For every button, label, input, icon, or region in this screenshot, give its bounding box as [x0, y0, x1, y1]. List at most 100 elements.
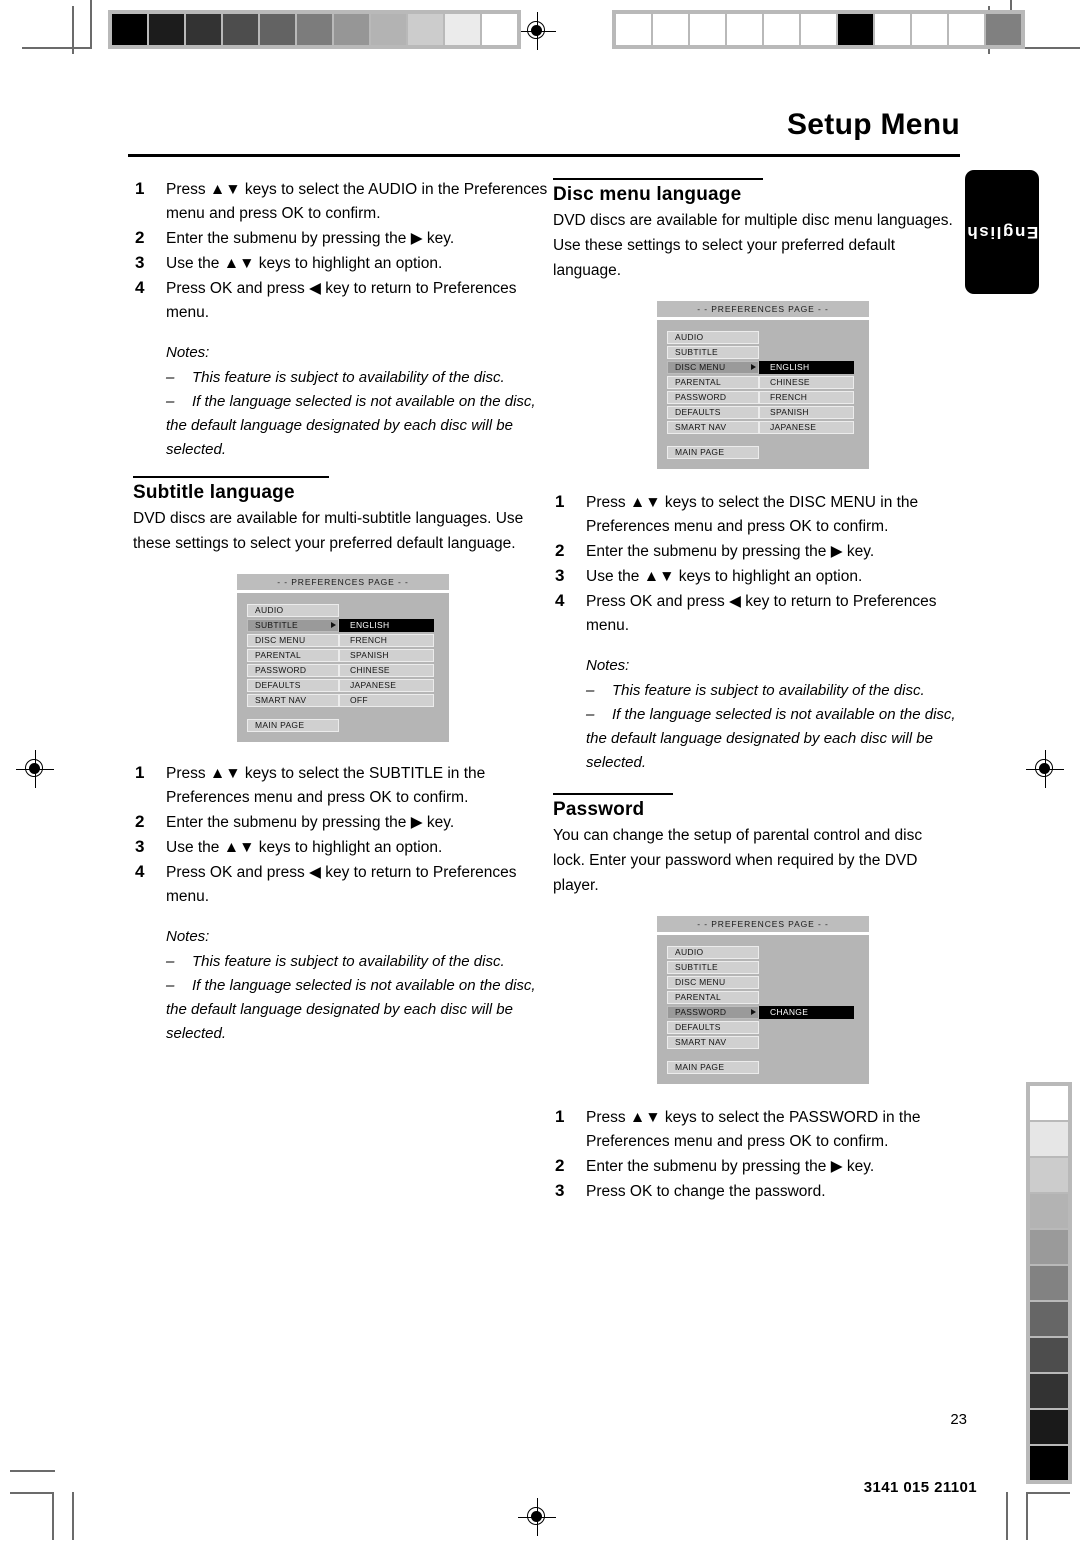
- osd-option-item[interactable]: ENGLISH: [339, 619, 434, 632]
- disc-menu-notes-title: Notes:: [586, 657, 630, 674]
- note-item: – If the language selected is not availab…: [166, 390, 553, 462]
- step-text: Press OK and press ◀ key to return to Pr…: [166, 864, 517, 905]
- osd-option-column: CHANGE: [751, 946, 854, 1051]
- osd-menu-item[interactable]: PARENTAL: [667, 991, 759, 1004]
- osd-main-page-button[interactable]: MAIN PAGE: [667, 446, 759, 459]
- right-column: Disc menu language DVD discs are availab…: [553, 178, 973, 1205]
- osd-menu-item[interactable]: DEFAULTS: [667, 1021, 759, 1034]
- step-number: 1: [555, 492, 565, 511]
- disc-menu-language-heading: Disc menu language: [553, 178, 763, 206]
- osd-menu-item[interactable]: AUDIO: [247, 604, 339, 617]
- calibration-swatch-7: [371, 14, 406, 45]
- calibration-swatch-2: [690, 14, 725, 45]
- calibration-swatch-9: [445, 14, 480, 45]
- subtitle-heading-text: Subtitle language: [133, 482, 295, 503]
- step-number: 4: [135, 278, 145, 297]
- osd-menu-item[interactable]: SUBTITLE: [667, 346, 759, 359]
- osd-menu-item[interactable]: PASSWORD: [247, 664, 339, 677]
- osd-menu-item[interactable]: AUDIO: [667, 331, 759, 344]
- note-item: – This feature is subject to availability…: [166, 950, 553, 974]
- osd-menu-item[interactable]: SMART NAV: [667, 421, 759, 434]
- note-item: – If the language selected is not availab…: [166, 974, 553, 1046]
- osd-option-spacer: [759, 331, 854, 344]
- calibration-swatch-0: [1030, 1086, 1068, 1120]
- step-text: Use the ▲▼ keys to highlight an option.: [166, 255, 443, 272]
- page-title: Setup Menu: [787, 108, 960, 141]
- calibration-swatch-10: [986, 14, 1021, 45]
- disc-menu-notes: Notes: – This feature is subject to avail…: [553, 654, 973, 775]
- osd-menu-item[interactable]: PASSWORD: [667, 391, 759, 404]
- osd-menu-item[interactable]: SUBTITLE: [247, 619, 339, 632]
- calibration-swatch-2: [186, 14, 221, 45]
- subtitle-heading-rule: [133, 476, 329, 478]
- osd-menu-item[interactable]: DEFAULTS: [667, 406, 759, 419]
- osd-caret-icon: [751, 364, 756, 370]
- step-text: Use the ▲▼ keys to highlight an option.: [166, 839, 443, 856]
- calibration-swatch-8: [912, 14, 947, 45]
- osd-option-spacer: [759, 346, 854, 359]
- note-dash: –: [166, 369, 175, 386]
- step-item: 3 Use the ▲▼ keys to highlight an option.: [133, 252, 553, 276]
- crop-mark-top-left-h: [22, 47, 92, 49]
- calibration-swatch-0: [112, 14, 147, 45]
- osd-option-item[interactable]: CHINESE: [339, 664, 434, 677]
- crop-mark-bottom-left-h: [10, 1470, 55, 1472]
- step-number: 3: [135, 837, 145, 856]
- osd-menu-item[interactable]: DISC MENU: [247, 634, 339, 647]
- calibration-swatch-4: [1030, 1230, 1068, 1264]
- step-text: Press ▲▼ keys to select the DISC MENU in…: [586, 494, 919, 535]
- osd-body: AUDIO SUBTITLE DISC MENU PARENTAL PASSWORD DE…: [657, 320, 869, 436]
- step-text: Enter the submenu by pressing the ▶ key.: [166, 814, 455, 831]
- calibration-swatch-5: [801, 14, 836, 45]
- osd-menu-item[interactable]: SMART NAV: [667, 1036, 759, 1049]
- password-steps-list: 1 Press ▲▼ keys to select the PASSWORD in…: [553, 1106, 973, 1204]
- step-item: 4 Press OK and press ◀ key to return to P…: [133, 861, 553, 909]
- osd-option-item[interactable]: SPANISH: [339, 649, 434, 662]
- note-text: If the language selected is not availabl…: [166, 977, 536, 1042]
- note-item: – If the language selected is not availab…: [586, 703, 973, 775]
- osd-menu-item[interactable]: DISC MENU: [667, 976, 759, 989]
- osd-menu-column: AUDIO SUBTITLE DISC MENU PARENTAL PASSWORD DE…: [667, 946, 759, 1051]
- step-number: 4: [135, 862, 145, 881]
- osd-menu-item[interactable]: SUBTITLE: [667, 961, 759, 974]
- osd-menu-item[interactable]: PASSWORD: [667, 1006, 759, 1019]
- osd-main-page-button[interactable]: MAIN PAGE: [247, 719, 339, 732]
- calibration-swatch-3: [727, 14, 762, 45]
- osd-option-item[interactable]: ENGLISH: [759, 361, 854, 374]
- title-divider: [128, 154, 960, 157]
- note-item: – This feature is subject to availability…: [166, 366, 553, 390]
- calibration-swatch-4: [764, 14, 799, 45]
- osd-main-page-button[interactable]: MAIN PAGE: [667, 1061, 759, 1074]
- calibration-swatch-7: [1030, 1338, 1068, 1372]
- note-text: This feature is subject to availability …: [612, 682, 925, 699]
- osd-option-item[interactable]: JAPANESE: [339, 679, 434, 692]
- osd-option-item[interactable]: CHANGE: [759, 1006, 854, 1019]
- osd-menu-item[interactable]: PARENTAL: [667, 376, 759, 389]
- osd-menu-item[interactable]: PARENTAL: [247, 649, 339, 662]
- step-text: Press OK to change the password.: [586, 1183, 826, 1200]
- calibration-strip-top-left: [108, 10, 521, 49]
- language-tab-label: English: [965, 223, 1039, 242]
- note-dash: –: [586, 682, 595, 699]
- osd-option-item[interactable]: SPANISH: [759, 406, 854, 419]
- calibration-swatch-8: [408, 14, 443, 45]
- osd-option-item[interactable]: CHINESE: [759, 376, 854, 389]
- calibration-swatch-9: [949, 14, 984, 45]
- step-text: Enter the submenu by pressing the ▶ key.: [586, 1158, 875, 1175]
- osd-menu-item[interactable]: DEFAULTS: [247, 679, 339, 692]
- osd-password-preferences: - - PREFERENCES PAGE - - AUDIO SUBTITLE DIS…: [657, 916, 869, 1084]
- osd-option-item[interactable]: FRENCH: [339, 634, 434, 647]
- osd-caret-icon: [751, 1009, 756, 1015]
- audio-notes-title: Notes:: [166, 344, 210, 361]
- calibration-swatch-6: [1030, 1302, 1068, 1336]
- password-body: You can change the setup of parental con…: [553, 823, 953, 898]
- osd-menu-item[interactable]: DISC MENU: [667, 361, 759, 374]
- osd-option-item[interactable]: JAPANESE: [759, 421, 854, 434]
- password-heading-rule: [553, 793, 673, 795]
- osd-option-item[interactable]: OFF: [339, 694, 434, 707]
- note-text: This feature is subject to availability …: [192, 953, 505, 970]
- osd-menu-item[interactable]: SMART NAV: [247, 694, 339, 707]
- osd-menu-item[interactable]: AUDIO: [667, 946, 759, 959]
- osd-option-item[interactable]: FRENCH: [759, 391, 854, 404]
- step-item: 1 Press ▲▼ keys to select the SUBTITLE in…: [133, 762, 553, 810]
